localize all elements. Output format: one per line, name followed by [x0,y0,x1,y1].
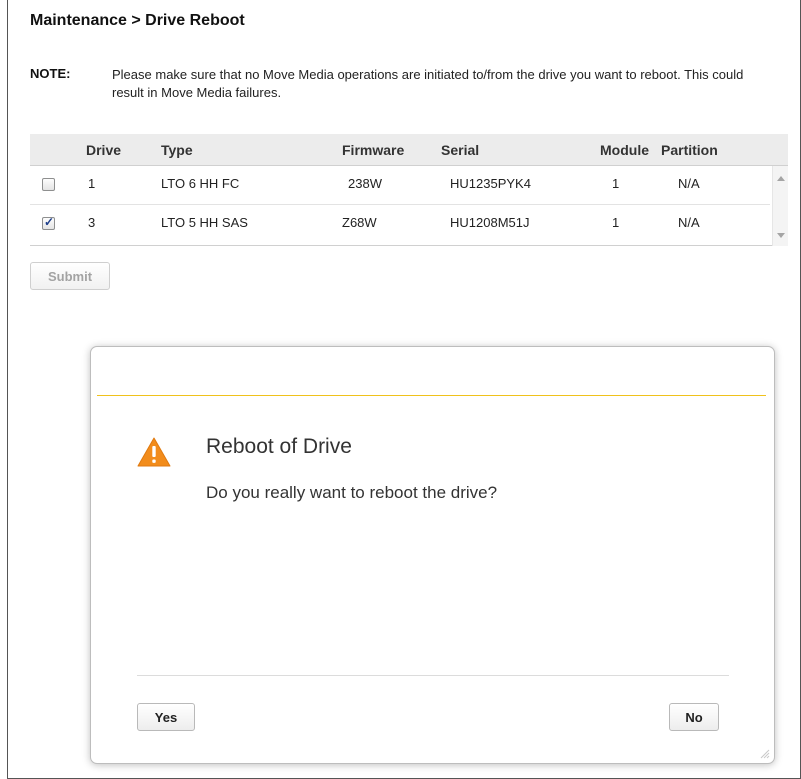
resize-grip-icon[interactable] [758,747,770,759]
table-row[interactable]: 3 LTO 5 HH SAS Z68W HU1208M51J 1 N/A [30,204,770,242]
dialog-accent-line [97,395,766,396]
drive-cell: 1 [88,176,96,191]
column-header-type[interactable]: Type [161,142,193,158]
firmware-cell: Z68W [342,215,377,230]
table-scrollbar[interactable] [772,166,788,246]
reboot-confirm-dialog: Reboot of Drive Do you really want to re… [90,346,775,764]
dialog-title: Reboot of Drive [206,435,352,458]
type-cell: LTO 6 HH FC [161,176,240,191]
dialog-divider [137,675,729,676]
table-row[interactable]: 1 LTO 6 HH FC 238W HU1235PYK4 1 N/A [30,166,770,204]
column-header-module[interactable]: Module [600,142,649,158]
row-checkbox[interactable] [42,215,55,230]
drive-table: 1 LTO 6 HH FC 238W HU1235PYK4 1 N/A 3 LT… [30,166,788,246]
drive-cell: 3 [88,215,96,230]
no-button[interactable]: No [669,703,719,731]
column-header-firmware[interactable]: Firmware [342,142,404,158]
dialog-message: Do you really want to reboot the drive? [206,483,498,502]
module-cell: 1 [612,215,620,230]
serial-cell: HU1235PYK4 [450,176,531,191]
page-title: Maintenance > Drive Reboot [30,12,245,29]
partition-cell: N/A [678,215,700,230]
submit-button[interactable]: Submit [30,262,110,290]
type-cell: LTO 5 HH SAS [161,215,248,230]
scroll-down-arrow-icon[interactable] [777,233,785,238]
module-cell: 1 [612,176,620,191]
scroll-up-arrow-icon[interactable] [777,176,785,181]
yes-button[interactable]: Yes [137,703,195,731]
column-header-serial[interactable]: Serial [441,142,479,158]
warning-icon [137,437,171,467]
column-header-drive[interactable]: Drive [86,142,121,158]
table-header: Drive Type Firmware Serial Module Partit… [30,134,788,166]
note-label: NOTE: [30,66,71,81]
note-text: Please make sure that no Move Media oper… [112,67,744,100]
partition-cell: N/A [678,176,700,191]
firmware-cell: 238W [348,176,382,191]
row-checkbox[interactable] [42,178,55,191]
column-header-partition[interactable]: Partition [661,142,718,158]
serial-cell: HU1208M51J [450,215,530,230]
